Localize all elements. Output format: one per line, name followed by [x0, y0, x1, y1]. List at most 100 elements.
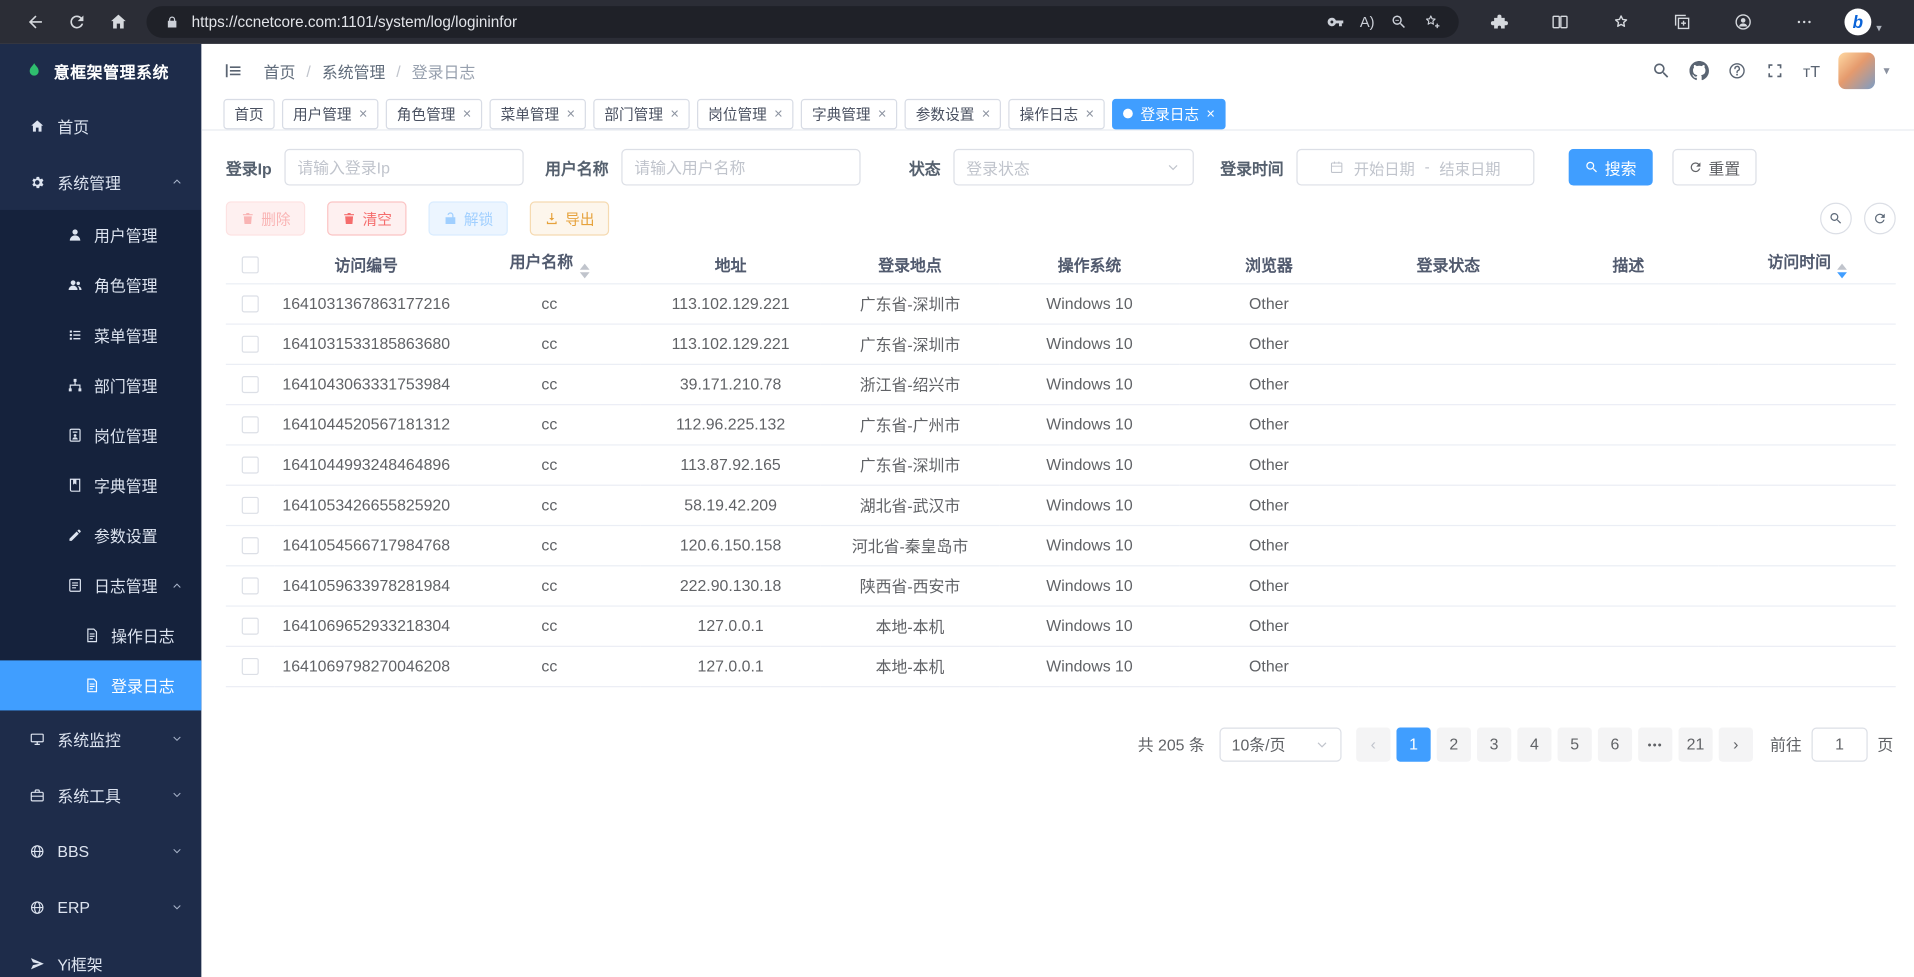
login-time-range-picker[interactable]: 开始日期 - 结束日期: [1296, 149, 1534, 186]
breadcrumb-system-management[interactable]: 系统管理: [322, 59, 385, 82]
sidebar-item-system-tools[interactable]: 系统工具: [0, 767, 201, 823]
close-icon[interactable]: ×: [878, 106, 887, 121]
close-icon[interactable]: ×: [567, 106, 576, 121]
row-checkbox[interactable]: [242, 658, 259, 675]
tab-dictionary-management[interactable]: 字典管理×: [801, 98, 897, 129]
sidebar-item-yi-framework[interactable]: Yi框架: [0, 935, 201, 977]
close-icon[interactable]: ×: [774, 106, 783, 121]
split-screen-icon[interactable]: [1539, 5, 1581, 39]
breadcrumb-home[interactable]: 首页: [264, 59, 296, 82]
favorites-icon[interactable]: [1600, 5, 1642, 39]
close-icon[interactable]: ×: [1206, 106, 1215, 121]
goto-page-input[interactable]: [1811, 727, 1867, 761]
close-icon[interactable]: ×: [1086, 106, 1095, 121]
status-select[interactable]: 登录状态: [953, 149, 1193, 186]
sidebar-item-log-management[interactable]: 日志管理: [0, 560, 201, 610]
delete-button[interactable]: 删除: [226, 201, 305, 235]
sidebar-item-department-management[interactable]: 部门管理: [0, 360, 201, 410]
browser-home-button[interactable]: [98, 5, 140, 39]
search-icon[interactable]: [1652, 61, 1672, 81]
sidebar-item-menu-management[interactable]: 菜单管理: [0, 310, 201, 360]
prev-page-button[interactable]: ‹: [1356, 727, 1390, 761]
page-button-6[interactable]: 6: [1598, 727, 1632, 761]
row-checkbox[interactable]: [242, 457, 259, 474]
help-icon[interactable]: [1727, 61, 1747, 81]
page-button-4[interactable]: 4: [1517, 727, 1551, 761]
row-checkbox[interactable]: [242, 376, 259, 393]
browser-profile-icon[interactable]: [1722, 5, 1764, 39]
browser-back-button[interactable]: [15, 5, 57, 39]
sidebar-item-login-log[interactable]: 登录日志: [0, 660, 201, 710]
search-button[interactable]: 搜索: [1568, 149, 1652, 186]
sidebar-item-role-management[interactable]: 角色管理: [0, 260, 201, 310]
row-checkbox[interactable]: [242, 618, 259, 635]
user-name-input[interactable]: [621, 149, 860, 186]
site-info-lock-icon[interactable]: [161, 9, 183, 36]
row-checkbox[interactable]: [242, 296, 259, 313]
next-page-button[interactable]: ›: [1719, 727, 1753, 761]
tab-operation-log[interactable]: 操作日志×: [1009, 98, 1105, 129]
sidebar-item-bbs[interactable]: BBS: [0, 823, 201, 879]
read-aloud-icon[interactable]: A): [1356, 9, 1378, 36]
sort-access-time-icon[interactable]: [1837, 264, 1847, 279]
close-icon[interactable]: ×: [359, 106, 368, 121]
sidebar-item-user-management[interactable]: 用户管理: [0, 210, 201, 260]
address-bar[interactable]: https://ccnetcore.com:1101/system/log/lo…: [146, 6, 1458, 38]
fullscreen-icon[interactable]: [1765, 61, 1785, 81]
url-text[interactable]: https://ccnetcore.com:1101/system/log/lo…: [192, 13, 1315, 30]
row-checkbox[interactable]: [242, 537, 259, 554]
page-button-2[interactable]: 2: [1437, 727, 1471, 761]
row-checkbox[interactable]: [242, 497, 259, 514]
sidebar-item-home[interactable]: 首页: [0, 98, 201, 154]
row-checkbox[interactable]: [242, 417, 259, 434]
sidebar-item-dictionary-management[interactable]: 字典管理: [0, 460, 201, 510]
sidebar-item-erp[interactable]: ERP: [0, 879, 201, 935]
password-key-icon[interactable]: [1323, 9, 1347, 36]
sidebar-item-post-management[interactable]: 岗位管理: [0, 410, 201, 460]
github-icon[interactable]: [1690, 61, 1710, 81]
tab-login-log[interactable]: 登录日志×: [1112, 98, 1226, 129]
clear-button[interactable]: 清空: [327, 201, 406, 235]
sidebar-item-parameter-settings[interactable]: 参数设置: [0, 510, 201, 560]
tab-role-management[interactable]: 角色管理×: [386, 98, 482, 129]
tab-menu-management[interactable]: 菜单管理×: [490, 98, 586, 129]
collections-icon[interactable]: [1661, 5, 1703, 39]
browser-refresh-button[interactable]: [56, 5, 98, 39]
add-favorite-icon[interactable]: [1420, 9, 1444, 36]
sidebar-item-system-management[interactable]: 系统管理: [0, 154, 201, 210]
zoom-out-icon[interactable]: [1387, 9, 1411, 36]
page-size-select[interactable]: 10条/页: [1219, 727, 1341, 761]
row-checkbox[interactable]: [242, 336, 259, 353]
show-search-toggle-icon[interactable]: [1820, 203, 1852, 235]
sidebar-item-system-monitoring[interactable]: 系统监控: [0, 710, 201, 766]
browser-menu-icon[interactable]: [1783, 5, 1825, 39]
more-pages-button[interactable]: •••: [1638, 727, 1672, 761]
user-avatar[interactable]: [1838, 52, 1875, 89]
reset-button[interactable]: 重置: [1672, 149, 1756, 186]
unlock-button[interactable]: 解锁: [429, 201, 508, 235]
page-button-21[interactable]: 21: [1678, 727, 1712, 761]
menu-fold-icon[interactable]: [219, 56, 248, 85]
bing-icon[interactable]: b: [1844, 9, 1871, 36]
export-button[interactable]: 导出: [530, 201, 609, 235]
page-button-5[interactable]: 5: [1558, 727, 1592, 761]
page-button-3[interactable]: 3: [1477, 727, 1511, 761]
avatar-caret-icon[interactable]: ▾: [1884, 64, 1890, 77]
tab-department-management[interactable]: 部门管理×: [593, 98, 689, 129]
sort-user-name-icon[interactable]: [579, 264, 589, 279]
bing-dropdown-caret-icon[interactable]: ▾: [1876, 22, 1882, 35]
select-all-checkbox[interactable]: [242, 256, 259, 273]
page-button-1[interactable]: 1: [1396, 727, 1430, 761]
row-checkbox[interactable]: [242, 578, 259, 595]
tab-post-management[interactable]: 岗位管理×: [697, 98, 793, 129]
font-size-icon[interactable]: тT: [1803, 62, 1820, 80]
close-icon[interactable]: ×: [982, 106, 991, 121]
tab-user-management[interactable]: 用户管理×: [282, 98, 378, 129]
sidebar-item-operation-log[interactable]: 操作日志: [0, 610, 201, 660]
close-icon[interactable]: ×: [463, 106, 472, 121]
close-icon[interactable]: ×: [670, 106, 679, 121]
tab-parameter-settings[interactable]: 参数设置×: [905, 98, 1001, 129]
tab-home[interactable]: 首页: [223, 98, 274, 129]
refresh-table-icon[interactable]: [1864, 203, 1896, 235]
login-ip-input[interactable]: [284, 149, 523, 186]
